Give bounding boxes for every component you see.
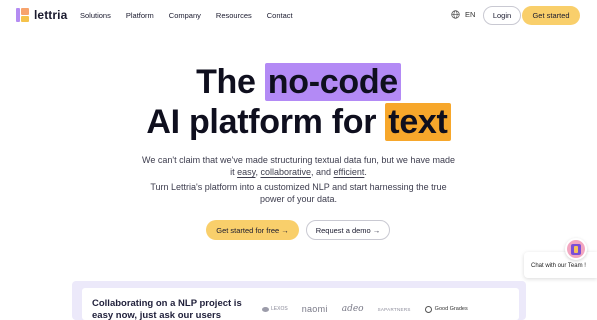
client-logo-3: adeo [341,304,364,314]
get-started-button[interactable]: Get started [522,6,580,25]
main-menu: Solutions Platform Company Resources Con… [80,11,308,20]
brand-logo[interactable]: lettria [16,8,67,22]
client-logo-5: Good Grades [424,305,468,313]
hero-title-prefix-2: AI platform for [146,103,386,141]
request-demo-button[interactable]: Request a demo → [306,220,390,240]
nav-item-resources[interactable]: Resources [216,11,252,20]
hero-subtitle-line-4: power of your data. [259,194,338,204]
chat-label[interactable]: Chat with our Team ! [531,263,586,269]
client-logos: LEXOS naomi adeo SAPARTNERS Good Grades [262,304,482,314]
login-button[interactable]: Login [483,6,521,25]
globe-icon [451,10,460,19]
lettria-logo-icon [16,8,29,22]
chat-avatar[interactable] [565,238,587,260]
client-logo-1-icon [262,306,269,312]
collab-line-1: Collaborating on a NLP project is [92,298,242,309]
collaborative-link[interactable]: collaborative [260,167,311,177]
easy-link[interactable]: easy [237,167,255,177]
language-selector[interactable]: EN [451,10,475,19]
sub2-sep-2: , and [311,167,334,177]
client-logo-4: SAPARTNERS [377,306,411,312]
nav-item-solutions[interactable]: Solutions [80,11,111,20]
chat-bot-icon [571,243,581,255]
good-grades-icon [424,305,432,313]
brand-name: lettria [34,8,68,22]
language-label: EN [465,10,476,19]
get-started-free-button[interactable]: Get started for free → [206,220,299,240]
hero-highlight-text: text [385,103,451,141]
top-navbar: lettria Solutions Platform Company Resou… [0,0,597,32]
nav-item-company[interactable]: Company [169,11,201,20]
client-logo-2: naomi [301,304,328,314]
sub2-end: . [364,167,367,177]
hero-title-prefix-1: The [196,63,265,101]
hero-highlight-no-code: no-code [264,63,401,101]
hero-title-line-2: AI platform for text [0,103,597,141]
hero-title-line-1: The no-code [0,63,597,101]
hero-subtitle-line-3: Turn Lettria's platform into a customize… [150,182,447,192]
collab-heading: Collaborating on a NLP project is easy n… [92,298,242,320]
hero-subtitle-line-1: We can't claim that we've made structuri… [142,155,455,165]
nav-item-contact[interactable]: Contact [267,11,293,20]
client-logo-1: LEXOS [262,306,288,312]
nav-item-platform[interactable]: Platform [126,11,154,20]
hero-subtitle-line-2: it easy, collaborative, and efficient. [0,166,597,179]
efficient-link[interactable]: efficient [334,167,365,177]
collab-line-2: easy now, just ask our users [92,310,222,320]
